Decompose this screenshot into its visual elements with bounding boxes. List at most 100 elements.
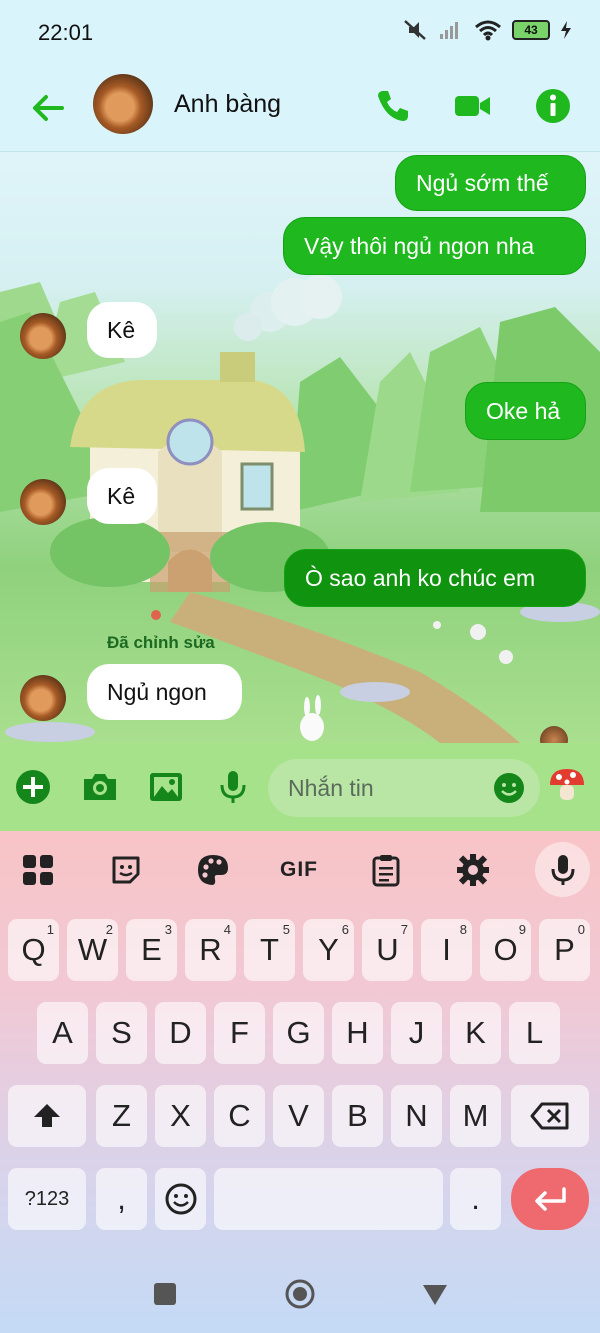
backspace-icon	[530, 1102, 569, 1130]
key-label: H	[346, 1015, 369, 1050]
key-label: Q	[21, 932, 46, 967]
key-o[interactable]: O9	[480, 919, 531, 981]
cell-signal-icon	[440, 22, 458, 39]
key-s[interactable]: S	[96, 1002, 147, 1064]
composer-bar	[0, 743, 600, 831]
message-bubble-outgoing[interactable]: Oke hả	[465, 382, 586, 440]
voice-call-icon[interactable]	[373, 86, 413, 126]
symbols-key[interactable]: ?123	[8, 1168, 86, 1230]
enter-key[interactable]	[511, 1168, 589, 1230]
key-j[interactable]: J	[391, 1002, 442, 1064]
key-label: N	[405, 1098, 428, 1133]
emoji-key[interactable]	[155, 1168, 206, 1230]
emoji-icon[interactable]	[492, 771, 526, 805]
key-label: R	[199, 932, 222, 967]
key-label: U	[376, 932, 399, 967]
key-label: M	[462, 1098, 489, 1133]
sender-avatar[interactable]	[20, 479, 66, 525]
key-e[interactable]: E3	[126, 919, 177, 981]
gallery-icon[interactable]	[146, 767, 186, 807]
sender-avatar[interactable]	[20, 675, 66, 721]
key-t[interactable]: T5	[244, 919, 295, 981]
key-k[interactable]: K	[450, 1002, 501, 1064]
key-u[interactable]: U7	[362, 919, 413, 981]
shift-key[interactable]	[8, 1085, 86, 1147]
key-l[interactable]: L	[509, 1002, 560, 1064]
key-label: K	[465, 1015, 486, 1050]
key-g[interactable]: G	[273, 1002, 324, 1064]
key-q[interactable]: Q1	[8, 919, 59, 981]
keyboard-voice-icon[interactable]	[535, 842, 590, 897]
message-bubble-outgoing[interactable]: Ngủ sớm thế	[395, 155, 586, 211]
info-icon[interactable]	[533, 86, 573, 126]
key-a[interactable]: A	[37, 1002, 88, 1064]
comma-key[interactable]: ,	[96, 1168, 147, 1230]
status-bar: 22:01 43	[0, 0, 600, 66]
key-hint: 5	[282, 922, 290, 937]
key-f[interactable]: F	[214, 1002, 265, 1064]
key-d[interactable]: D	[155, 1002, 206, 1064]
camera-icon[interactable]	[80, 767, 120, 807]
back-triangle-icon[interactable]	[421, 1283, 449, 1307]
contact-name[interactable]: Anh bàng	[174, 90, 281, 119]
message-bubble-outgoing[interactable]: Ò sao anh ko chúc em	[284, 549, 586, 607]
sender-avatar[interactable]	[20, 313, 66, 359]
key-p[interactable]: P0	[539, 919, 590, 981]
backspace-key[interactable]	[511, 1085, 589, 1147]
mushroom-quick-reaction-icon[interactable]	[547, 765, 587, 805]
key-label: D	[169, 1015, 192, 1050]
key-label: F	[230, 1015, 249, 1050]
battery-level: 43	[524, 23, 538, 37]
message-bubble-outgoing[interactable]: Vậy thôi ngủ ngon nha	[283, 217, 586, 275]
key-h[interactable]: H	[332, 1002, 383, 1064]
space-bar[interactable]	[214, 1168, 443, 1230]
key-label: Y	[318, 932, 339, 967]
message-bubble-incoming[interactable]: Kê	[87, 468, 157, 524]
status-time: 22:01	[38, 20, 94, 45]
message-bubble-incoming[interactable]: Ngủ ngon	[87, 664, 242, 720]
message-bubble-incoming[interactable]: Kê	[87, 302, 157, 358]
key-hint: 7	[400, 922, 408, 937]
key-z[interactable]: Z	[96, 1085, 147, 1147]
chat-header: Anh bàng	[0, 66, 600, 152]
key-n[interactable]: N	[391, 1085, 442, 1147]
key-c[interactable]: C	[214, 1085, 265, 1147]
key-i[interactable]: I8	[421, 919, 472, 981]
clipboard-icon[interactable]	[363, 847, 409, 893]
gif-button[interactable]: GIF	[276, 847, 322, 893]
key-label: Z	[112, 1098, 131, 1133]
key-w[interactable]: W2	[67, 919, 118, 981]
key-hint: 1	[46, 922, 54, 937]
key-y[interactable]: Y6	[303, 919, 354, 981]
chat-area[interactable]: Ngủ sớm thế Vậy thôi ngủ ngon nha Kê Oke…	[0, 152, 600, 743]
video-call-icon[interactable]	[452, 86, 492, 126]
key-b[interactable]: B	[332, 1085, 383, 1147]
microphone-icon[interactable]	[213, 767, 253, 807]
apps-icon[interactable]	[15, 847, 61, 893]
message-text: Kê	[107, 482, 136, 509]
status-icons: 43	[402, 18, 572, 42]
key-r[interactable]: R4	[185, 919, 236, 981]
message-text: Oke hả	[486, 397, 561, 424]
key-hint: 8	[459, 922, 467, 937]
key-x[interactable]: X	[155, 1085, 206, 1147]
theme-palette-icon[interactable]	[190, 847, 236, 893]
period-key[interactable]: .	[450, 1168, 501, 1230]
contact-avatar[interactable]	[93, 74, 153, 134]
shift-arrow-icon	[34, 1104, 60, 1127]
recents-square-icon[interactable]	[153, 1282, 177, 1306]
home-circle-icon[interactable]	[284, 1278, 316, 1310]
key-label: V	[288, 1098, 309, 1133]
back-arrow-icon[interactable]	[28, 88, 68, 128]
key-v[interactable]: V	[273, 1085, 324, 1147]
add-icon[interactable]	[13, 767, 53, 807]
key-m[interactable]: M	[450, 1085, 501, 1147]
message-input[interactable]	[288, 771, 488, 805]
settings-icon[interactable]	[450, 847, 496, 893]
enter-arrow-icon	[535, 1187, 566, 1211]
sticker-icon[interactable]	[103, 847, 149, 893]
key-label: L	[525, 1015, 544, 1050]
message-text: Vậy thôi ngủ ngon nha	[304, 232, 535, 259]
key-label: S	[111, 1015, 132, 1050]
key-label: E	[141, 932, 162, 967]
